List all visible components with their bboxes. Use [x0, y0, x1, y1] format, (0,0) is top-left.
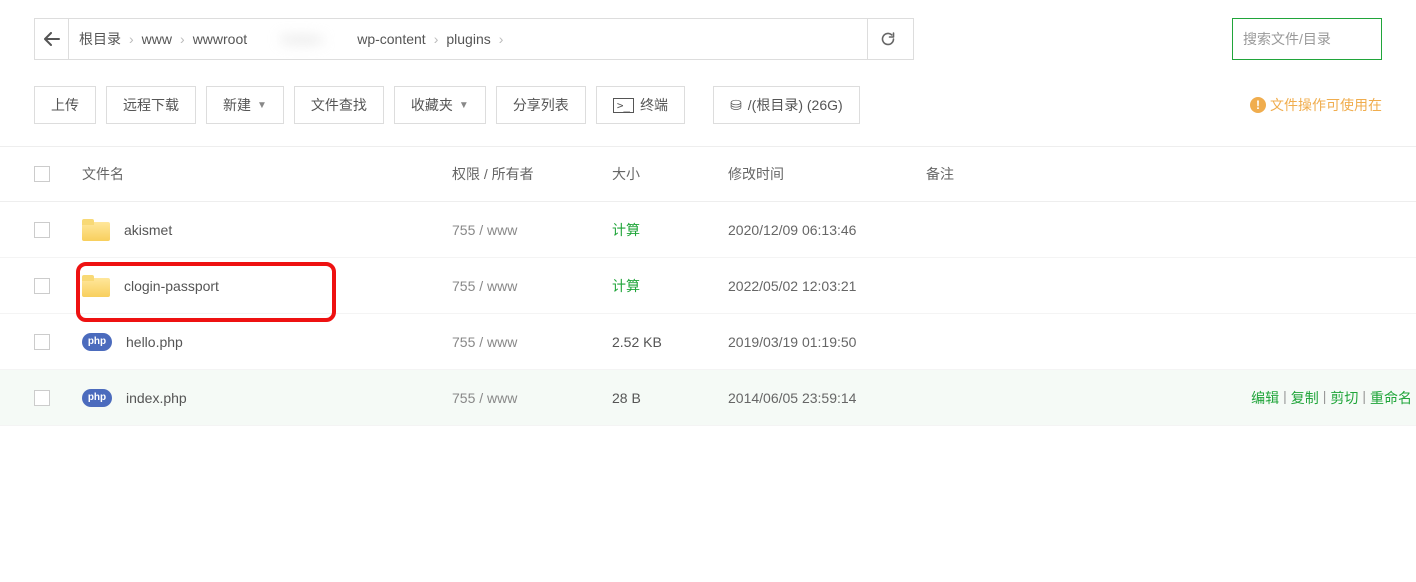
file-search-button[interactable]: 文件查找: [294, 86, 384, 124]
file-name: akismet: [124, 222, 172, 238]
row-actions: 编辑|复制|剪切|重命名: [1251, 388, 1416, 408]
file-mtime: 2022/05/02 12:03:21: [728, 278, 926, 294]
info-icon: !: [1250, 97, 1266, 113]
chevron-right-icon: ›: [127, 31, 136, 47]
crumb-item-redacted: hidden: [253, 31, 351, 47]
file-name: index.php: [126, 390, 187, 406]
back-button[interactable]: [35, 19, 69, 59]
disk-icon: ⛁: [730, 97, 742, 114]
row-checkbox[interactable]: [34, 222, 50, 238]
copy-action[interactable]: 复制: [1291, 388, 1319, 408]
table-row: php index.php 755 / www28 B2014/06/05 23:5…: [0, 370, 1416, 426]
search-input[interactable]: [1232, 18, 1382, 60]
edit-action[interactable]: 编辑: [1251, 388, 1279, 408]
file-name-cell[interactable]: clogin-passport: [82, 275, 452, 297]
folder-icon: [82, 275, 110, 297]
table-header: 文件名 权限 / 所有者 大小 修改时间 备注: [0, 146, 1416, 202]
col-note: 备注: [926, 164, 1186, 184]
refresh-icon: [880, 31, 896, 47]
favorites-button[interactable]: 收藏夹▼: [394, 86, 486, 124]
separator: |: [1360, 388, 1368, 408]
chevron-right-icon: ›: [432, 31, 441, 47]
table-row: php hello.php 755 / www2.52 KB2019/03/19 0…: [0, 314, 1416, 370]
file-size: 2.52 KB: [612, 334, 728, 350]
file-name-cell[interactable]: php index.php: [82, 389, 452, 407]
col-perm: 权限 / 所有者: [452, 164, 612, 184]
chevron-down-icon: ▼: [459, 100, 469, 111]
new-button[interactable]: 新建▼: [206, 86, 284, 124]
file-mtime: 2019/03/19 01:19:50: [728, 334, 926, 350]
cut-action[interactable]: 剪切: [1330, 388, 1358, 408]
size-calc-link[interactable]: 计算: [612, 220, 728, 240]
folder-icon: [82, 219, 110, 241]
select-all-checkbox[interactable]: [34, 166, 50, 182]
file-table: 文件名 权限 / 所有者 大小 修改时间 备注 akismet 755 / www…: [0, 146, 1416, 426]
terminal-icon: >_: [613, 98, 634, 113]
chevron-right-icon: ›: [178, 31, 187, 47]
row-checkbox[interactable]: [34, 278, 50, 294]
table-row: clogin-passport 755 / www计算2022/05/02 12:…: [0, 258, 1416, 314]
col-name: 文件名: [82, 164, 452, 184]
php-file-icon: php: [82, 333, 112, 351]
file-operation-tip: ! 文件操作可使用在: [1250, 95, 1382, 115]
breadcrumb-list: 根目录 › www › wwwroot hidden wp-content › …: [69, 29, 867, 49]
file-mtime: 2014/06/05 23:59:14: [728, 390, 926, 406]
table-row: akismet 755 / www计算2020/12/09 06:13:46: [0, 202, 1416, 258]
col-size: 大小: [612, 164, 728, 184]
separator: |: [1281, 388, 1289, 408]
crumb-root[interactable]: 根目录: [79, 29, 121, 49]
chevron-right-icon: ›: [497, 31, 506, 47]
crumb-item[interactable]: www: [142, 31, 172, 47]
size-calc-link[interactable]: 计算: [612, 276, 728, 296]
upload-button[interactable]: 上传: [34, 86, 96, 124]
crumb-item[interactable]: wp-content: [357, 31, 425, 47]
file-name: hello.php: [126, 334, 183, 350]
share-list-button[interactable]: 分享列表: [496, 86, 586, 124]
separator: |: [1321, 388, 1329, 408]
rename-action[interactable]: 重命名: [1370, 388, 1412, 408]
arrow-left-icon: [44, 32, 60, 46]
col-mtime: 修改时间: [728, 164, 926, 184]
remote-download-button[interactable]: 远程下载: [106, 86, 196, 124]
crumb-item[interactable]: wwwroot: [193, 31, 247, 47]
toolbar: 上传 远程下载 新建▼ 文件查找 收藏夹▼ 分享列表 >_终端 ⛁/(根目录) …: [0, 60, 1416, 124]
crumb-item[interactable]: plugins: [446, 31, 490, 47]
chevron-down-icon: ▼: [257, 100, 267, 111]
terminal-button[interactable]: >_终端: [596, 86, 685, 124]
file-perm[interactable]: 755 / www: [452, 334, 612, 350]
file-perm[interactable]: 755 / www: [452, 222, 612, 238]
disk-usage-button[interactable]: ⛁/(根目录) (26G): [713, 86, 860, 124]
file-mtime: 2020/12/09 06:13:46: [728, 222, 926, 238]
php-file-icon: php: [82, 389, 112, 407]
row-checkbox[interactable]: [34, 390, 50, 406]
file-name-cell[interactable]: php hello.php: [82, 333, 452, 351]
file-perm[interactable]: 755 / www: [452, 390, 612, 406]
refresh-button[interactable]: [867, 19, 907, 59]
file-name: clogin-passport: [124, 278, 219, 294]
row-checkbox[interactable]: [34, 334, 50, 350]
file-perm[interactable]: 755 / www: [452, 278, 612, 294]
file-name-cell[interactable]: akismet: [82, 219, 452, 241]
breadcrumb-bar: 根目录 › www › wwwroot hidden wp-content › …: [34, 18, 914, 60]
file-size: 28 B: [612, 390, 728, 406]
